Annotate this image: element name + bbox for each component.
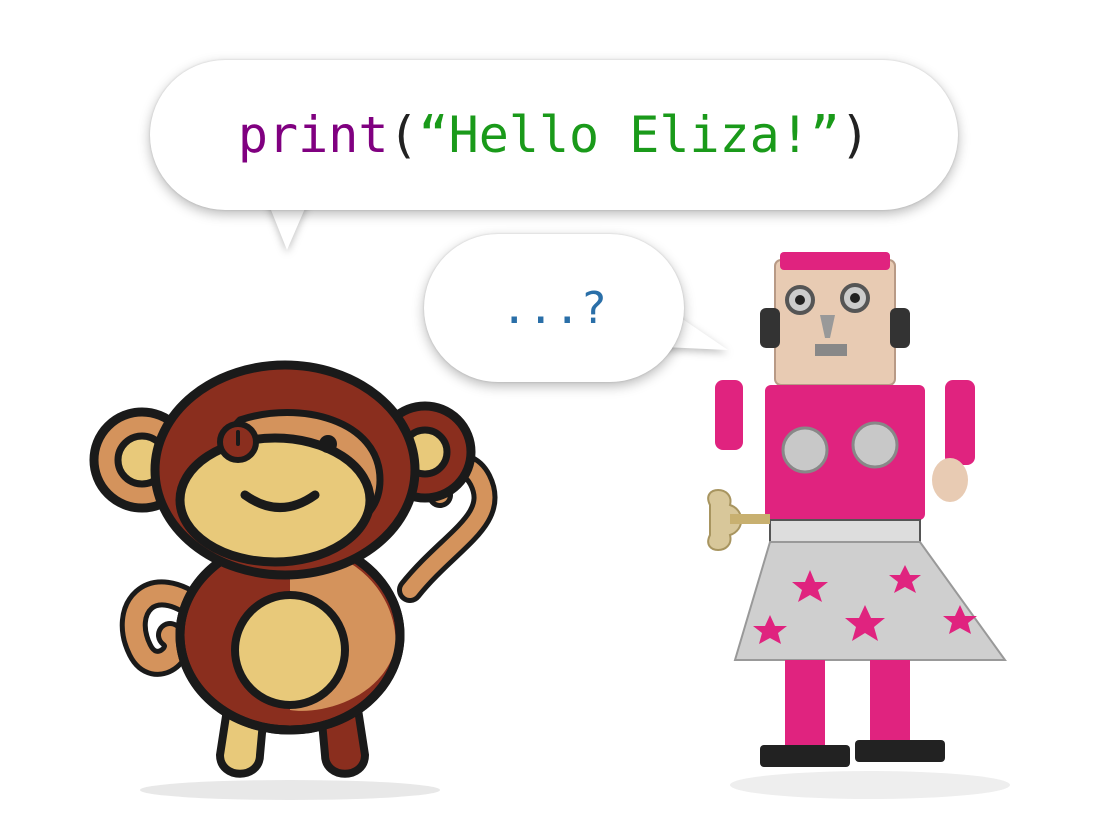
speech-bubble-main: print(“Hello Eliza!”) [150,60,958,210]
code-string: “Hello Eliza!” [418,106,840,164]
code-close-paren: ) [839,106,871,164]
code-open-paren: ( [388,106,419,164]
monkey-illustration [89,360,498,800]
robot-photo [707,252,1010,799]
code-line: print(“Hello Eliza!”) [150,60,958,210]
scene: print(“Hello Eliza!”) ...? [0,0,1108,832]
tail-join [258,196,318,210]
code-func: print [237,106,389,164]
